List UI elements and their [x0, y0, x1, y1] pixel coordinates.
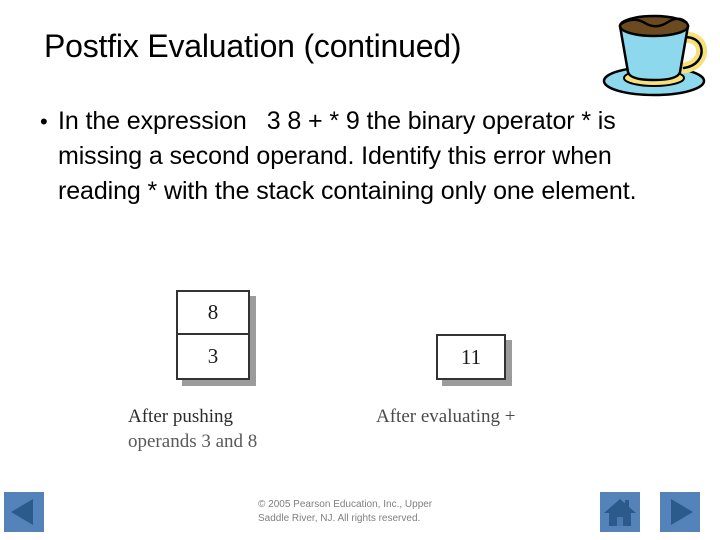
- stack-cell-result: 11: [460, 344, 482, 369]
- triangle-left-icon: [11, 499, 33, 525]
- copyright-line-2: Saddle River, NJ. All rights reserved.: [258, 513, 421, 524]
- home-button[interactable]: [600, 492, 640, 532]
- stack-cell-top: 8: [178, 292, 248, 335]
- previous-slide-button[interactable]: [4, 492, 44, 532]
- stack-cell-bottom: 3: [207, 344, 219, 368]
- caption-after-push-line2: operands 3 and 8: [128, 431, 258, 452]
- stack-after-push: 8 3: [176, 290, 250, 380]
- stack-diagram: 8 3 11 After pushing operands 3 and 8 Af…: [0, 276, 720, 476]
- body-line-a: In the expression: [58, 107, 247, 135]
- caption-after-push: After pushing operands 3 and 8: [128, 404, 343, 454]
- footer-copyright: © 2005 Pearson Education, Inc., Upper Sa…: [258, 498, 488, 526]
- caption-after-eval: After evaluating +: [376, 406, 516, 427]
- bullet-text-block: In the expression 3 8 + * 9 the binary op…: [58, 104, 646, 209]
- home-icon: [604, 499, 636, 526]
- stack-after-eval: 11: [436, 334, 506, 380]
- page-title: Postfix Evaluation (continued): [44, 28, 462, 64]
- body-line-b: the binary: [366, 107, 476, 135]
- body-content: • In the expression 3 8 + * 9 the binary …: [36, 104, 646, 209]
- postfix-expression: 3 8 + * 9: [266, 107, 360, 135]
- body-line-e: stack containing only one element.: [256, 177, 637, 205]
- bullet-item: • In the expression 3 8 + * 9 the binary …: [36, 104, 646, 209]
- coffee-cup-icon: [588, 2, 718, 102]
- slide-canvas: Postfix Evaluation (continued) • In the …: [0, 0, 720, 540]
- caption-after-push-line1: After pushing: [128, 406, 234, 427]
- copyright-line-1: © 2005 Pearson Education, Inc., Upper: [258, 499, 433, 510]
- next-slide-button[interactable]: [660, 492, 700, 532]
- bullet-marker: •: [40, 109, 48, 134]
- triangle-right-icon: [671, 499, 693, 525]
